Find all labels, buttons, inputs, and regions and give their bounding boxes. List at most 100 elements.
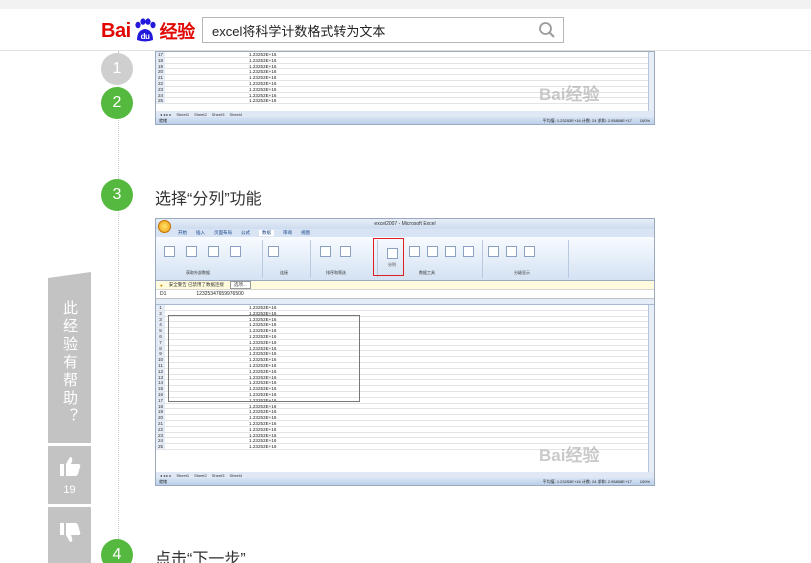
- step-number-2[interactable]: 2: [101, 87, 133, 119]
- row-number[interactable]: 20: [156, 69, 165, 74]
- row-number[interactable]: 17: [156, 52, 165, 57]
- row-number[interactable]: 18: [156, 57, 165, 63]
- what-if-icon[interactable]: [463, 246, 474, 257]
- row-number[interactable]: 8: [156, 345, 165, 351]
- row-number[interactable]: 20: [156, 415, 165, 420]
- warning-icon: ●: [160, 282, 163, 288]
- row-number[interactable]: 21: [156, 75, 165, 80]
- baidu-jingyan-logo[interactable]: Bai du 经验: [101, 15, 195, 47]
- thumbs-up-icon: [58, 455, 82, 482]
- ribbon-tab[interactable]: 公式: [241, 230, 250, 236]
- like-button[interactable]: 19: [48, 446, 91, 504]
- row-number[interactable]: 18: [156, 403, 165, 409]
- ribbon-tab[interactable]: 插入: [196, 230, 205, 236]
- group-label: 连接: [280, 270, 288, 275]
- ribbon-group-connections: 连接: [264, 240, 311, 278]
- ribbon-tab[interactable]: 视图: [301, 230, 310, 236]
- sheet-tab[interactable]: Sheet4: [229, 112, 242, 117]
- security-text: 安全警告 已禁用了数据连接: [168, 282, 224, 287]
- split-button-highlight[interactable]: [373, 238, 404, 276]
- helpful-vote-panel: 此经验有帮助？ 19: [48, 272, 91, 563]
- row-number[interactable]: 23: [156, 86, 165, 92]
- row-number[interactable]: 19: [156, 63, 165, 69]
- ungroup-icon[interactable]: [506, 246, 517, 257]
- row-number[interactable]: 3: [156, 316, 165, 322]
- row-number[interactable]: 13: [156, 374, 165, 380]
- options-button[interactable]: 选项...: [229, 281, 251, 289]
- row-number[interactable]: 24: [156, 438, 165, 443]
- row-number[interactable]: 10: [156, 357, 165, 362]
- row-number[interactable]: 4: [156, 322, 165, 327]
- status-ready: 就绪: [159, 117, 167, 123]
- text-icon[interactable]: [208, 246, 219, 257]
- row-number[interactable]: 23: [156, 432, 165, 438]
- logo-text: Bai: [101, 19, 131, 42]
- search-box[interactable]: [202, 17, 564, 43]
- formula-input[interactable]: 12325347659976500: [196, 291, 243, 297]
- row-number[interactable]: 22: [156, 426, 165, 432]
- search-icon[interactable]: [538, 21, 556, 39]
- sheet-tab[interactable]: Sheet3: [212, 112, 225, 117]
- remove-duplicates-icon[interactable]: [409, 246, 420, 257]
- zoom-level[interactable]: 100%: [640, 118, 650, 124]
- other-sources-icon[interactable]: [230, 246, 241, 257]
- sheet-nav-arrows[interactable]: ◂ ◂ ▸ ▸: [160, 473, 171, 478]
- row-number[interactable]: 14: [156, 380, 165, 385]
- row-number[interactable]: 15: [156, 386, 165, 391]
- row-number[interactable]: 25: [156, 444, 165, 449]
- data-validation-icon[interactable]: [427, 246, 438, 257]
- row-number[interactable]: 1: [156, 305, 165, 310]
- consolidate-icon[interactable]: [445, 246, 456, 257]
- filter-icon[interactable]: [340, 246, 351, 257]
- group-label: 分级显示: [514, 270, 530, 275]
- group-icon[interactable]: [488, 246, 499, 257]
- name-box[interactable]: D1: [160, 291, 166, 297]
- sheet-tab[interactable]: Sheet2: [194, 112, 207, 117]
- sheet-tab[interactable]: Sheet1: [176, 112, 189, 117]
- sheet-tab[interactable]: Sheet2: [194, 473, 207, 478]
- ribbon-tab[interactable]: 开始: [178, 230, 187, 236]
- like-count: 19: [63, 483, 76, 496]
- row-number[interactable]: 22: [156, 80, 165, 86]
- office-button-icon[interactable]: [158, 220, 171, 233]
- ribbon-tab[interactable]: 数据: [259, 230, 274, 236]
- row-number[interactable]: 24: [156, 92, 165, 98]
- step-number-4[interactable]: 4: [101, 539, 133, 563]
- row-number[interactable]: 21: [156, 420, 165, 426]
- sheet-tab[interactable]: Sheet1: [176, 473, 189, 478]
- ribbon-tab[interactable]: 审阅: [283, 230, 292, 236]
- vertical-scrollbar[interactable]: [648, 305, 654, 473]
- web-icon[interactable]: [186, 246, 197, 257]
- step-3-title: 选择“分列”功能: [155, 191, 262, 208]
- row-number[interactable]: 2: [156, 310, 165, 316]
- row-number[interactable]: 12: [156, 368, 165, 374]
- dislike-button[interactable]: [48, 507, 91, 563]
- row-number[interactable]: 16: [156, 391, 165, 397]
- row-number[interactable]: 11: [156, 362, 165, 368]
- access-icon[interactable]: [164, 246, 175, 257]
- search-input[interactable]: [203, 18, 523, 42]
- sort-icon[interactable]: [320, 246, 331, 257]
- subtotal-icon[interactable]: [524, 246, 535, 257]
- cell-value[interactable]: 1.23253E+16: [249, 444, 276, 450]
- step-number-3[interactable]: 3: [101, 179, 133, 211]
- refresh-all-icon[interactable]: [268, 246, 279, 257]
- sheet-tab[interactable]: Sheet3: [212, 473, 225, 478]
- row-number[interactable]: 5: [156, 328, 165, 333]
- step-number-1[interactable]: 1: [101, 53, 133, 85]
- row-number[interactable]: 7: [156, 339, 165, 345]
- formula-bar: D1 12325347659976500: [156, 290, 654, 299]
- sheet-nav-arrows[interactable]: ◂ ◂ ▸ ▸: [160, 112, 171, 117]
- row-number[interactable]: 9: [156, 351, 165, 356]
- zoom-level[interactable]: 100%: [640, 479, 650, 485]
- vertical-scrollbar[interactable]: [648, 52, 654, 112]
- row-number[interactable]: 6: [156, 333, 165, 339]
- row-number[interactable]: 25: [156, 98, 165, 103]
- row-number[interactable]: 19: [156, 409, 165, 414]
- row-number[interactable]: 17: [156, 397, 165, 403]
- cell-value[interactable]: 1.23253E+16: [249, 98, 276, 104]
- sheet-tab[interactable]: Sheet4: [229, 473, 242, 478]
- ribbon-tab[interactable]: 页面布局: [214, 230, 232, 236]
- ribbon: 获取外部数据 连接 排序和筛选 分列 数据工具 分级显示: [156, 237, 654, 281]
- top-header: Bai du 经验: [0, 0, 811, 51]
